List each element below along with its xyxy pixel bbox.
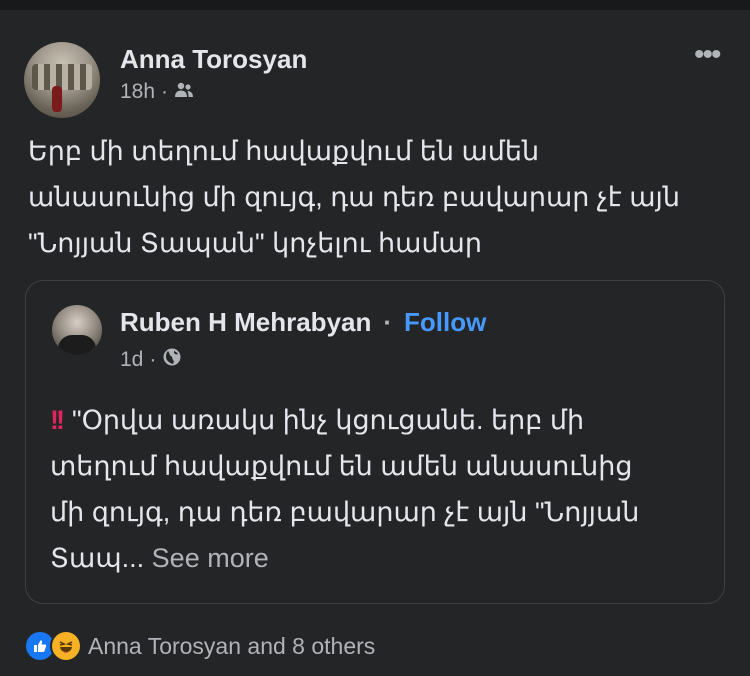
haha-icon: [50, 630, 82, 662]
shared-post-header: Ruben H Mehrabyan · Follow: [120, 307, 486, 338]
post-text-line: անասունից մի զույգ, դա դեռ բավարար չէ այ…: [28, 182, 680, 212]
reactions-bar[interactable]: Anna Torosyan and 8 others: [24, 630, 375, 662]
post-timestamp[interactable]: 18h: [120, 80, 155, 104]
shared-text-line: !! "Օրվա առակս ինչ կցուցանե. երբ մի: [50, 397, 710, 443]
meta-separator: ·: [149, 348, 157, 371]
author-avatar[interactable]: [24, 42, 100, 118]
shared-text-line: տեղում հավաքվում են ամեն անասունից: [50, 451, 633, 481]
post-text-line: Երբ մի տեղում հավաքվում են ամեն: [28, 136, 540, 166]
shared-text-line-3: Տապ...: [50, 543, 145, 573]
shared-text-line-0: "Օրվա առակս ինչ կցուցանե. երբ մի: [71, 405, 585, 435]
avatar-photo-arches: [32, 64, 92, 90]
shared-post-meta: 1d ·: [120, 347, 182, 373]
post-meta: 18h ·: [120, 80, 194, 104]
meta-separator: ·: [161, 80, 169, 103]
shared-text-line: մի զույգ, դա դեռ բավարար չէ այն "Նոյյան: [50, 497, 640, 527]
shared-text-line: Տապ... See more: [50, 535, 710, 581]
friends-icon[interactable]: [174, 80, 194, 104]
reaction-icons[interactable]: [24, 630, 82, 662]
feed-post: Anna Torosyan 18h · ••• Երբ մի տեղում հա…: [0, 10, 750, 676]
shared-post-timestamp[interactable]: 1d: [120, 348, 143, 372]
post-author-name[interactable]: Anna Torosyan: [120, 44, 307, 75]
follow-button[interactable]: Follow: [404, 307, 486, 338]
post-text: Երբ մի տեղում հավաքվում են ամեն անասունի…: [28, 128, 728, 266]
globe-icon: [162, 347, 182, 373]
avatar-photo-suit: [58, 335, 96, 355]
shared-author-avatar[interactable]: [52, 305, 102, 355]
shared-author-name[interactable]: Ruben H Mehrabyan: [120, 307, 371, 338]
shared-post-text: !! "Օրվա առակս ինչ կցուցանե. երբ մի տեղու…: [50, 397, 710, 581]
post-text-line: "Նոյյան Տապան" կոչելու համար: [28, 228, 482, 258]
shared-post-card[interactable]: Ruben H Mehrabyan · Follow 1d · !! "Օրվա …: [25, 280, 725, 604]
see-more-link[interactable]: See more: [152, 543, 269, 573]
avatar-photo-figure: [52, 86, 62, 112]
more-options-icon[interactable]: •••: [694, 38, 721, 72]
top-bar: [0, 0, 750, 10]
reaction-summary[interactable]: Anna Torosyan and 8 others: [88, 633, 375, 660]
double-exclamation-icon: !!: [50, 405, 65, 435]
header-separator: ·: [383, 307, 393, 337]
